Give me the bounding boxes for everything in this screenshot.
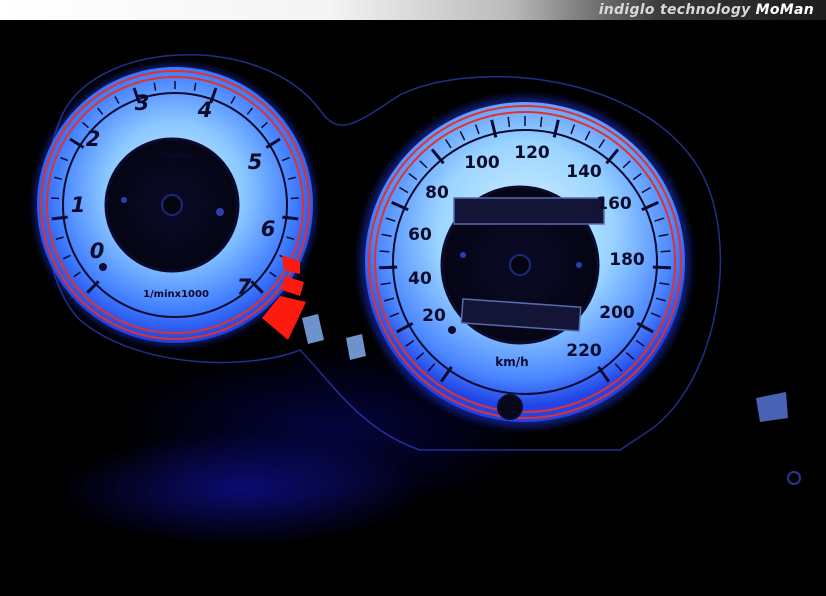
speed-label-100: 100 (464, 153, 500, 173)
tach-label-2: 2 (86, 127, 101, 151)
tach-label-7: 7 (237, 275, 252, 299)
major-tick (379, 265, 398, 270)
tach-label-5: 5 (248, 150, 263, 174)
major-tick (652, 265, 671, 270)
major-tick (51, 215, 68, 221)
tach-needle-pivot (161, 194, 183, 216)
tach-logo: MoMan (160, 151, 193, 160)
tach-label-0: 0 (90, 239, 105, 263)
speed-label-80: 80 (425, 183, 449, 203)
tach-unit-label: 1/minx1000 (143, 289, 209, 300)
side-bracket (756, 392, 801, 485)
tachometer-gauge: MoMan 1/minx1000 0 1 2 3 4 5 6 7 (35, 65, 315, 345)
speed-label-180: 180 (609, 250, 645, 270)
speed-label-140: 140 (566, 162, 602, 182)
trip-reset-knob (497, 394, 523, 420)
tach-label-6: 6 (261, 217, 276, 241)
speed-label-60: 60 (408, 225, 432, 245)
gauge-illustration: MoMan 1/minx1000 0 1 2 3 4 5 6 7 km/h 20… (35, 54, 801, 485)
brand-label: indiglo technology MoMan (599, 1, 814, 19)
speed-label-200: 200 (599, 303, 635, 323)
speed-label-40: 40 (408, 269, 432, 289)
tach-label-4: 4 (197, 98, 213, 122)
instrument-cluster-photo: MoMan 1/minx1000 0 1 2 3 4 5 6 7 km/h 20… (0, 20, 826, 596)
speed-label-20: 20 (422, 306, 446, 326)
brand-logo-text: MoMan (755, 2, 814, 18)
indicator-lamp-brackets (302, 314, 366, 360)
major-tick (282, 215, 299, 221)
speed-label-120: 120 (514, 143, 550, 163)
minor-tick (660, 250, 671, 253)
speedo-needle-pivot (509, 254, 531, 276)
speed-label-220: 220 (566, 341, 602, 361)
speedo-unit-label: km/h (495, 355, 528, 369)
tagline-text: indiglo technology (598, 2, 751, 18)
speedometer-gauge: km/h 20 40 60 80 100 120 140 160 180 200… (360, 97, 690, 427)
speed-label-160: 160 (596, 194, 632, 214)
tach-label-1: 1 (71, 193, 86, 217)
minor-tick (379, 250, 390, 253)
odometer-window (453, 197, 605, 225)
header-bar: indiglo technology MoMan (0, 0, 826, 20)
tach-label-3: 3 (135, 91, 150, 115)
